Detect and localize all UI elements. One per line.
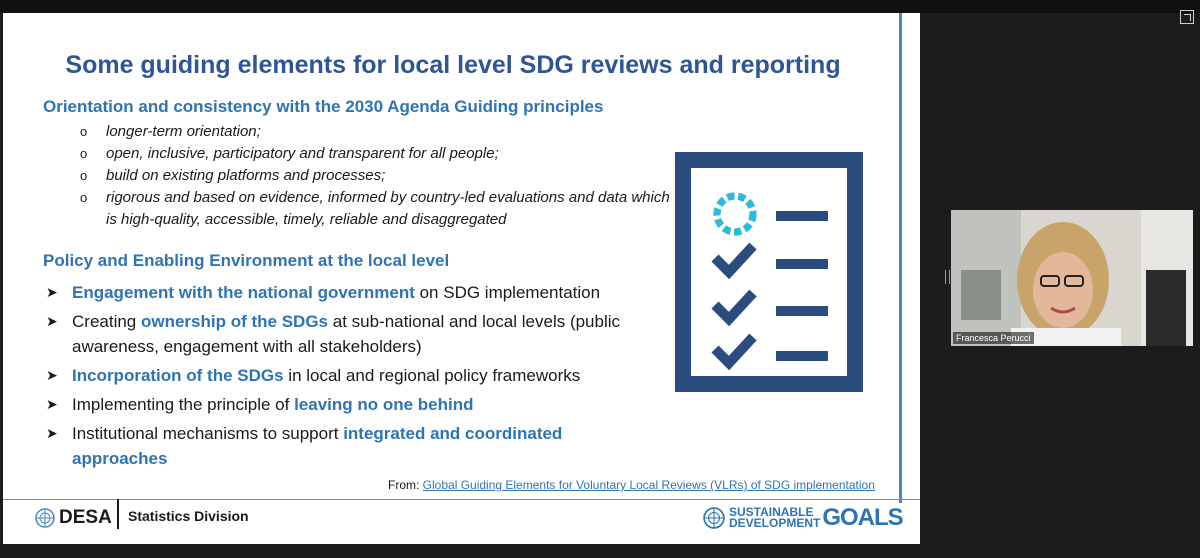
bullet-circle-icon: o xyxy=(80,168,88,183)
section2-heading: Policy and Enabling Environment at the l… xyxy=(43,251,450,270)
bullet-circle-icon: o xyxy=(80,124,88,139)
list-item: ➤ Institutional mechanisms to support int… xyxy=(46,421,656,471)
checkmark-icon xyxy=(711,333,757,371)
sdg-logo: SUSTAINABLE DEVELOPMENT GOALS xyxy=(703,504,904,532)
checkmark-icon xyxy=(711,242,757,280)
goals-text: GOALS xyxy=(822,504,903,531)
checklist-line xyxy=(776,306,828,316)
source-citation: From: Global Guiding Elements for Volunt… xyxy=(388,478,875,492)
participant-video-frame xyxy=(951,210,1193,346)
list-item: o build on existing platforms and process… xyxy=(80,165,680,187)
slide-title: Some guiding elements for local level SD… xyxy=(65,51,841,79)
checklist-line xyxy=(776,211,828,221)
list-item: o open, inclusive, participatory and tran… xyxy=(80,143,680,165)
checklist-illustration xyxy=(675,152,863,392)
checklist-line xyxy=(776,351,828,361)
list-item: ➤ Engagement with the national government… xyxy=(46,280,656,305)
bullet-circle-icon: o xyxy=(80,190,88,205)
shared-slide: Some guiding elements for local level SD… xyxy=(3,13,920,544)
panel-resize-handle[interactable] xyxy=(945,270,950,284)
bullet-arrow-icon: ➤ xyxy=(46,425,58,441)
footer-divider xyxy=(3,499,920,500)
bullet-circle-icon: o xyxy=(80,146,88,161)
desa-label: DESA xyxy=(59,507,112,528)
un-emblem-icon xyxy=(35,508,55,528)
bullet-arrow-icon: ➤ xyxy=(46,284,58,300)
sdg-text: SUSTAINABLE DEVELOPMENT xyxy=(729,505,821,530)
maximize-icon[interactable] xyxy=(1180,10,1194,24)
principles-list: o longer-term orientation; o open, inclusi… xyxy=(80,121,680,231)
bullet-arrow-icon: ➤ xyxy=(46,396,58,412)
list-item: ➤ Incorporation of the SDGs in local and … xyxy=(46,363,656,388)
checklist-frame xyxy=(675,152,863,392)
participant-name: Francesca Perucci xyxy=(953,332,1034,344)
bullet-arrow-icon: ➤ xyxy=(46,367,58,383)
policy-list: ➤ Engagement with the national government… xyxy=(46,280,656,475)
bullet-arrow-icon: ➤ xyxy=(46,313,58,329)
section1-heading: Orientation and consistency with the 203… xyxy=(43,97,604,116)
list-item: o rigorous and based on evidence, informe… xyxy=(80,187,680,231)
checkmark-icon xyxy=(711,289,757,327)
sdg-wheel-icon xyxy=(713,192,757,236)
participant-video[interactable]: Francesca Perucci xyxy=(951,210,1193,346)
desa-logo: DESA xyxy=(35,503,112,533)
footer-separator xyxy=(117,499,119,529)
list-item: o longer-term orientation; xyxy=(80,121,680,143)
statistics-division-label: Statistics Division xyxy=(128,508,249,524)
slide-border-line xyxy=(899,13,902,503)
list-item: ➤ Creating ownership of the SDGs at sub-n… xyxy=(46,309,656,359)
source-link[interactable]: Global Guiding Elements for Voluntary Lo… xyxy=(423,478,875,492)
un-emblem-icon xyxy=(703,507,725,529)
list-item: ➤ Implementing the principle of leaving n… xyxy=(46,392,656,417)
checklist-line xyxy=(776,259,828,269)
meeting-top-bar xyxy=(0,0,1200,13)
